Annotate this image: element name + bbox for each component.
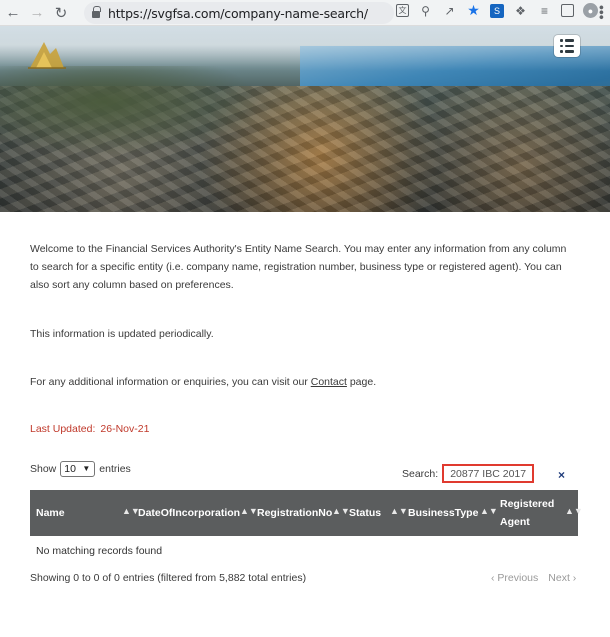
contact-link[interactable]: Contact <box>311 376 347 388</box>
sort-icon[interactable]: ▲▼ <box>565 506 583 516</box>
reload-icon[interactable]: ↻ <box>50 2 72 24</box>
hero-hills <box>0 66 260 156</box>
column-header-date[interactable]: DateOfIncorporation <box>138 490 240 536</box>
show-label: Show <box>30 463 57 475</box>
share-icon[interactable]: ↗ <box>442 3 457 18</box>
last-updated-label: Last Updated: <box>30 423 96 435</box>
contact-suffix: page. <box>346 376 377 388</box>
column-header-regno[interactable]: RegistrationNo <box>257 490 332 536</box>
lock-icon <box>92 5 101 18</box>
entries-label: entries <box>99 463 131 475</box>
search-input[interactable]: 20877 IBC 2017 <box>442 464 535 483</box>
sort-icon[interactable]: ▲▼ <box>390 506 408 516</box>
table-info: Showing 0 to 0 of 0 entries (filtered fr… <box>30 572 307 584</box>
empty-message: No matching records found <box>36 545 163 557</box>
browser-toolbar: ← → ↻ https://svgfsa.com/company-name-se… <box>0 0 610 26</box>
search-label: Search: <box>402 467 439 480</box>
column-header-businesstype[interactable]: BusinessType <box>408 490 478 536</box>
address-bar[interactable]: https://svgfsa.com/company-name-search/ <box>84 2 394 24</box>
page-length-value: 10 <box>64 463 76 475</box>
hero-banner <box>0 26 610 212</box>
page-length-control: Show 10 ▼ entries <box>30 461 131 477</box>
url-text: https://svgfsa.com/company-name-search/ <box>108 5 368 21</box>
sort-icon[interactable]: ▲▼ <box>332 506 350 516</box>
zoom-icon[interactable]: ⚲ <box>418 3 433 18</box>
periodic-notice: This information is updated periodically… <box>30 328 214 340</box>
puzzle-icon[interactable]: ❖ <box>513 3 528 18</box>
column-header-status[interactable]: Status <box>349 490 381 536</box>
bookmark-star-icon[interactable]: ★ <box>466 2 481 18</box>
next-page-button[interactable]: Next › <box>548 572 576 584</box>
forward-arrow-icon[interactable]: → <box>26 2 48 24</box>
table-header: Name ▲▼ DateOfIncorporation ▲▼ Registrat… <box>30 490 583 536</box>
extension-icon[interactable]: S <box>490 3 504 18</box>
back-arrow-icon[interactable]: ← <box>2 2 24 24</box>
browser-menu-icon[interactable]: ••• <box>594 5 610 20</box>
site-logo-icon[interactable] <box>26 38 66 70</box>
last-updated: Last Updated: 26-Nov-21 <box>30 423 149 435</box>
entity-table: Name ▲▼ DateOfIncorporation ▲▼ Registrat… <box>30 490 583 566</box>
hero-haze <box>0 26 610 71</box>
contact-paragraph: For any additional information or enquir… <box>30 374 376 390</box>
nav-menu-button[interactable] <box>554 35 580 57</box>
contact-prefix: For any additional information or enquir… <box>30 376 311 388</box>
previous-page-button[interactable]: ‹ Previous <box>491 572 538 584</box>
column-header-name[interactable]: Name <box>36 490 65 536</box>
chevron-down-icon: ▼ <box>82 464 91 473</box>
sort-icon[interactable]: ▲▼ <box>240 506 258 516</box>
table-search: Search: 20877 IBC 2017 <box>402 464 535 483</box>
page-length-select[interactable]: 10 ▼ <box>60 461 96 477</box>
clear-search-icon[interactable]: × <box>558 468 565 482</box>
translate-icon[interactable]: 文 <box>396 4 409 17</box>
intro-text: Welcome to the Financial Services Author… <box>30 243 567 291</box>
column-header-agent[interactable]: Registered Agent <box>500 490 562 536</box>
last-updated-date: 26-Nov-21 <box>100 423 150 435</box>
reading-list-icon[interactable]: ≡ <box>537 3 552 18</box>
pagination: ‹ Previous Next › <box>491 572 576 584</box>
sort-icon[interactable]: ▲▼ <box>480 506 498 516</box>
sidebar-icon[interactable] <box>561 4 574 17</box>
table-empty-row: No matching records found <box>30 536 578 566</box>
